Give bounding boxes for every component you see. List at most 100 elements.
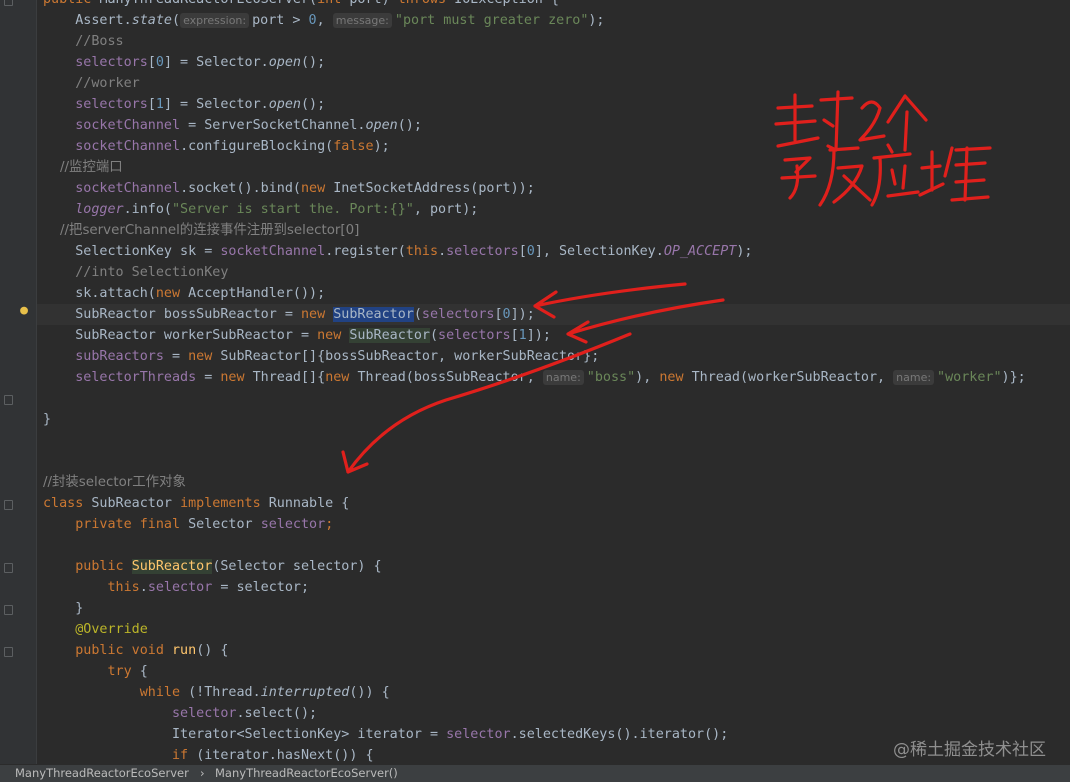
- code-token: //监控端口: [43, 160, 123, 175]
- code-token: 0: [155, 55, 164, 70]
- code-line[interactable]: //worker: [43, 73, 1070, 94]
- code-token: selectorThreads: [43, 370, 197, 385]
- code-line[interactable]: logger.info("Server is start the. Port:{…: [43, 199, 1070, 220]
- code-token: this: [405, 244, 439, 259]
- code-line[interactable]: while (!Thread.interrupted()) {: [43, 682, 1070, 703]
- code-token: //into SelectionKey: [43, 265, 229, 280]
- code-token: false: [333, 139, 374, 154]
- code-token: 0: [308, 13, 317, 28]
- code-line[interactable]: @Override: [43, 619, 1070, 640]
- code-line[interactable]: public void run() {: [43, 640, 1070, 661]
- fold-marker-icon[interactable]: [4, 647, 13, 657]
- code-token: public: [43, 0, 99, 7]
- breadcrumb-separator-icon: ›: [200, 766, 205, 780]
- fold-marker-icon[interactable]: [4, 395, 13, 405]
- code-token: 1: [518, 328, 527, 343]
- code-line[interactable]: //封装selector工作对象: [43, 472, 1070, 493]
- code-token: .: [139, 580, 148, 595]
- code-token: }: [43, 601, 84, 616]
- code-line[interactable]: SubReactor workerSubReactor = new SubRea…: [43, 325, 1070, 346]
- code-line[interactable]: public ManyThreadReactorEcoServer(int po…: [43, 0, 1070, 10]
- code-token: Thread(workerSubReactor,: [691, 370, 894, 385]
- code-token: ();: [301, 97, 326, 112]
- code-line[interactable]: class SubReactor implements Runnable {: [43, 493, 1070, 514]
- code-line[interactable]: //into SelectionKey: [43, 262, 1070, 283]
- fold-marker-icon[interactable]: [4, 563, 13, 573]
- code-token: ] = Selector.: [163, 55, 269, 70]
- code-token: "port must greater zero": [394, 13, 589, 28]
- code-line[interactable]: [43, 430, 1070, 451]
- code-line[interactable]: this.selector = selector;: [43, 577, 1070, 598]
- code-token: [: [147, 55, 156, 70]
- code-token: 0: [526, 244, 535, 259]
- code-token: open: [365, 118, 398, 133]
- code-token: , port);: [413, 202, 479, 217]
- code-token: AcceptHandler());: [188, 286, 326, 301]
- code-token: ] = Selector.: [163, 97, 269, 112]
- code-token: new: [220, 370, 253, 385]
- code-token: .: [438, 244, 447, 259]
- code-token: .register(: [325, 244, 406, 259]
- code-token: Thread(bossSubReactor,: [357, 370, 543, 385]
- code-line[interactable]: socketChannel.configureBlocking(false);: [43, 136, 1070, 157]
- code-line[interactable]: selectorThreads = new Thread[]{new Threa…: [43, 367, 1070, 388]
- code-token: port >: [252, 13, 309, 28]
- code-line[interactable]: //Boss: [43, 31, 1070, 52]
- code-line[interactable]: socketChannel.socket().bind(new InetSock…: [43, 178, 1070, 199]
- code-line[interactable]: [43, 451, 1070, 472]
- code-line[interactable]: SubReactor bossSubReactor = new SubReact…: [37, 304, 1070, 325]
- code-line[interactable]: private final Selector selector;: [43, 514, 1070, 535]
- code-token: );: [588, 13, 605, 28]
- code-token: (: [429, 328, 439, 343]
- code-line[interactable]: }: [43, 409, 1070, 430]
- code-line[interactable]: sk.attach(new AcceptHandler());: [43, 283, 1070, 304]
- fold-marker-icon[interactable]: [4, 605, 13, 615]
- code-line[interactable]: }: [43, 598, 1070, 619]
- code-token: "worker": [937, 370, 1002, 385]
- code-token: );: [373, 139, 390, 154]
- code-line[interactable]: Assert.state(expression: port > 0, messag…: [43, 10, 1070, 31]
- watermark: @稀土掘金技术社区: [893, 740, 1046, 760]
- code-editor[interactable]: public ManyThreadReactorEcoServer(int po…: [0, 0, 1070, 764]
- code-token: this: [43, 580, 140, 595]
- code-token: socketChannel: [220, 244, 326, 259]
- parameter-hint: name:: [542, 370, 584, 385]
- fold-marker-icon[interactable]: [4, 0, 13, 6]
- parameter-hint: name:: [893, 370, 935, 385]
- code-token: new: [301, 181, 334, 196]
- code-token: .selectedKeys().iterator();: [510, 727, 729, 742]
- code-token: socketChannel: [43, 139, 181, 154]
- code-token: selector: [43, 706, 237, 721]
- code-line[interactable]: selectors[1] = Selector.open();: [43, 94, 1070, 115]
- code-token: new: [659, 370, 692, 385]
- code-token: )};: [1001, 370, 1026, 385]
- code-line[interactable]: socketChannel = ServerSocketChannel.open…: [43, 115, 1070, 136]
- code-token: (: [172, 13, 181, 28]
- code-token: [: [510, 328, 519, 343]
- code-line[interactable]: [43, 388, 1070, 409]
- code-token: selectors: [43, 55, 148, 70]
- code-line[interactable]: [43, 535, 1070, 556]
- breadcrumb-method[interactable]: ManyThreadReactorEcoServer(): [215, 765, 398, 782]
- code-line[interactable]: SelectionKey sk = socketChannel.register…: [43, 241, 1070, 262]
- breadcrumb-class[interactable]: ManyThreadReactorEcoServer: [15, 765, 189, 782]
- intention-bulb-icon[interactable]: ●: [17, 304, 31, 318]
- code-line[interactable]: selectors[0] = Selector.open();: [43, 52, 1070, 73]
- fold-marker-icon[interactable]: [4, 500, 13, 510]
- code-line[interactable]: subReactors = new SubReactor[]{bossSubRe…: [43, 346, 1070, 367]
- code-token: Assert.: [43, 13, 132, 28]
- code-token: try: [43, 664, 140, 679]
- code-token: [: [518, 244, 527, 259]
- code-token: //worker: [43, 76, 140, 91]
- code-token: open: [268, 97, 301, 112]
- code-token: public void: [43, 643, 172, 658]
- code-token: "boss": [586, 370, 636, 385]
- code-line[interactable]: try {: [43, 661, 1070, 682]
- code-line[interactable]: public SubReactor(Selector selector) {: [43, 556, 1070, 577]
- code-line[interactable]: //监控端口: [43, 157, 1070, 178]
- code-token: selectors: [438, 328, 511, 343]
- code-token: int: [317, 0, 349, 7]
- code-line[interactable]: selector.select();: [43, 703, 1070, 724]
- code-line[interactable]: //把serverChannel的连接事件注册到selector[0]: [43, 220, 1070, 241]
- code-token: selectors: [43, 97, 148, 112]
